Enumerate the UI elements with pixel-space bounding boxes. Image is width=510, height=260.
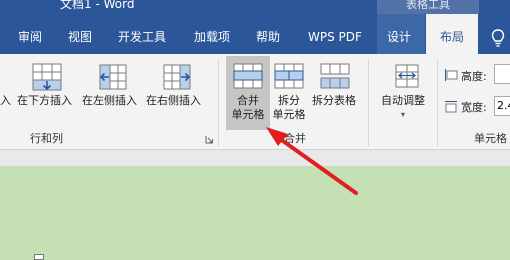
red-arrow-annotation: [266, 127, 358, 195]
